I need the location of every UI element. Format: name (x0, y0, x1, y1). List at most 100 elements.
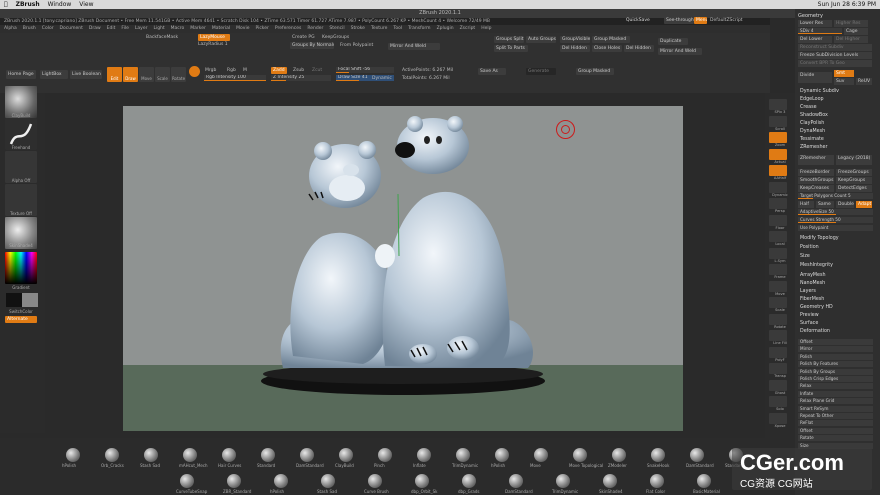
group-visible[interactable]: GroupVisible (560, 36, 590, 43)
default-zscript[interactable]: DefaultZScript (710, 18, 743, 23)
zadd-toggle[interactable]: Zadd (271, 67, 287, 74)
menu-item-document[interactable]: Document (60, 25, 83, 33)
menu-item-file[interactable]: File (121, 25, 129, 33)
lightbox-button[interactable]: LightBox (40, 70, 68, 79)
convert-bpr[interactable]: Convert BPR To Geo (798, 60, 872, 67)
right-shelf-frame-button[interactable] (769, 264, 787, 275)
alternate-button[interactable]: Alternate (5, 316, 37, 323)
right-shelf-local-button[interactable] (769, 231, 787, 242)
deformation-offset-slider[interactable]: Offset (798, 427, 873, 434)
brush-icon[interactable] (274, 474, 288, 488)
menu-item-picker[interactable]: Picker (255, 25, 268, 33)
tray-item-geometry-hd[interactable]: Geometry HD (800, 305, 833, 310)
del-higher-button[interactable]: Del Higher (834, 36, 868, 43)
menu-item-stroke[interactable]: Stroke (351, 25, 365, 33)
freeze-subdivision[interactable]: Freeze SubDivision Levels (798, 52, 872, 59)
home-page-button[interactable]: Home Page (6, 70, 36, 79)
tray-item-arraymesh[interactable]: ArrayMesh (800, 273, 826, 278)
legacy-button[interactable]: Legacy (2018) (836, 155, 872, 165)
menu-item-macro[interactable]: Macro (171, 25, 185, 33)
seethrough-slider[interactable]: See-through 0 (664, 17, 694, 24)
right-shelf-ghost-button[interactable] (769, 379, 787, 391)
deformation-smart-resym-slider[interactable]: Smart ReSym (798, 405, 873, 412)
right-shelf-scale-button[interactable] (769, 297, 787, 308)
menu-view[interactable]: View (79, 0, 93, 9)
brush-icon[interactable] (415, 474, 429, 488)
menu-item-draw[interactable]: Draw (89, 25, 101, 33)
deformation-polish-by-features-slider[interactable]: Polish By Features (798, 361, 873, 368)
brush-preview-icon[interactable] (189, 66, 200, 77)
menu-item-preferences[interactable]: Preferences (275, 25, 301, 33)
tray-item-tessimate[interactable]: Tessimate (800, 137, 824, 142)
m-toggle[interactable]: M (243, 68, 247, 73)
zcut-toggle[interactable]: Zcut (312, 68, 322, 73)
menu-item-edit[interactable]: Edit (107, 25, 116, 33)
brush-icon[interactable] (690, 448, 704, 462)
edit-mode-button[interactable]: Edit (107, 67, 122, 82)
menu-item-color[interactable]: Color (42, 25, 54, 33)
brush-icon[interactable] (300, 448, 314, 462)
tray-item-nanomesh[interactable]: NanoMesh (800, 281, 825, 286)
zsub-toggle[interactable]: Zsub (293, 68, 304, 73)
split-to-parts[interactable]: Split To Parts (494, 45, 528, 52)
brush-icon[interactable] (462, 474, 476, 488)
rgb-intensity-slider[interactable]: Rgb Intensity 100 (204, 75, 266, 81)
brush-icon[interactable] (222, 448, 236, 462)
deformation-relax-plane-grid-slider[interactable]: Relax Plane Grid (798, 398, 873, 405)
deformation-inflate-slider[interactable]: Inflate (798, 390, 873, 397)
tray-item-dynamesh[interactable]: DynaMesh (800, 129, 825, 134)
z-intensity-slider[interactable]: Z Intensity 25 (271, 75, 331, 81)
secondary-color-swatch[interactable] (22, 293, 38, 307)
quicksave-button[interactable]: QuickSave (626, 18, 650, 23)
switch-color[interactable]: SwitchColor (5, 309, 37, 314)
right-shelf-aahalf-button[interactable] (769, 165, 787, 176)
modify-topology[interactable]: Modify Topology (800, 236, 839, 241)
tray-item-crease[interactable]: Crease (800, 105, 817, 110)
tray-item-layers[interactable]: Layers (800, 289, 816, 294)
group-masked[interactable]: Group Masked (592, 36, 630, 43)
cage-button[interactable]: Cage (844, 28, 868, 35)
right-shelf-rotate-button[interactable] (769, 313, 787, 325)
smooth-groups[interactable]: SmoothGroups (798, 177, 834, 184)
tray-item-claypolish[interactable]: ClayPolish (800, 121, 824, 126)
right-shelf-floor-button[interactable] (769, 214, 787, 226)
adapt-button[interactable]: Adapt (856, 201, 872, 208)
tray-item-zremesher[interactable]: ZRemesher (800, 145, 827, 150)
mirror-and-weld[interactable]: Mirror And Weld (388, 43, 440, 50)
right-shelf-line-fill-button[interactable] (769, 330, 787, 341)
from-polypaint[interactable]: From Polypaint (340, 43, 373, 48)
menu-app-zbrush[interactable]: ZBrush (16, 0, 40, 9)
curves-strength-slider[interactable]: Curves Strength 50 (798, 217, 873, 223)
right-shelf-l-sym-button[interactable] (769, 247, 787, 259)
rotate-mode-button[interactable]: Rotate (171, 67, 186, 82)
use-polypaint-toggle[interactable]: Use Polypaint (798, 225, 873, 231)
deformation-polish-crisp-edges-slider[interactable]: Polish Crisp Edges (798, 376, 873, 382)
menu-item-material[interactable]: Material (212, 25, 230, 33)
menu-item-alpha[interactable]: Alpha (4, 25, 17, 33)
menu-item-brush[interactable]: Brush (23, 25, 36, 33)
groups-by-normals[interactable]: Groups By Normals (290, 42, 334, 49)
zremesher-button[interactable]: ZRemesher (798, 155, 834, 165)
deformation-polish-slider[interactable]: Polish (798, 353, 873, 360)
create-pg[interactable]: Create PG (292, 35, 315, 40)
tray-item-shadowbox[interactable]: ShadowBox (800, 113, 828, 118)
divide-button[interactable]: Divide (798, 72, 832, 83)
right-shelf-scroll-button[interactable] (769, 115, 787, 127)
tray-item-edgeloop[interactable]: EdgeLoop (800, 97, 824, 102)
close-holes[interactable]: Close Holes (592, 45, 622, 52)
brush-icon[interactable] (697, 474, 711, 488)
double-button[interactable]: Double (836, 201, 854, 208)
brush-icon[interactable] (368, 474, 382, 488)
duplicate-button[interactable]: Duplicate (658, 38, 688, 45)
main-color-swatch[interactable] (6, 293, 22, 307)
reuv-toggle[interactable]: ReUV (856, 78, 872, 85)
detect-edges[interactable]: DetectEdges (836, 185, 872, 192)
menu-item-tool[interactable]: Tool (393, 25, 402, 33)
menu-item-transform[interactable]: Transform (408, 25, 430, 33)
brush-icon[interactable] (183, 448, 197, 462)
size-item[interactable]: Size (800, 254, 810, 259)
brush-icon[interactable] (321, 474, 335, 488)
deformation-offset-slider[interactable]: Offset (798, 339, 873, 345)
deformation-relax-slider[interactable]: Relax (798, 383, 873, 390)
brush-icon[interactable] (105, 448, 119, 462)
